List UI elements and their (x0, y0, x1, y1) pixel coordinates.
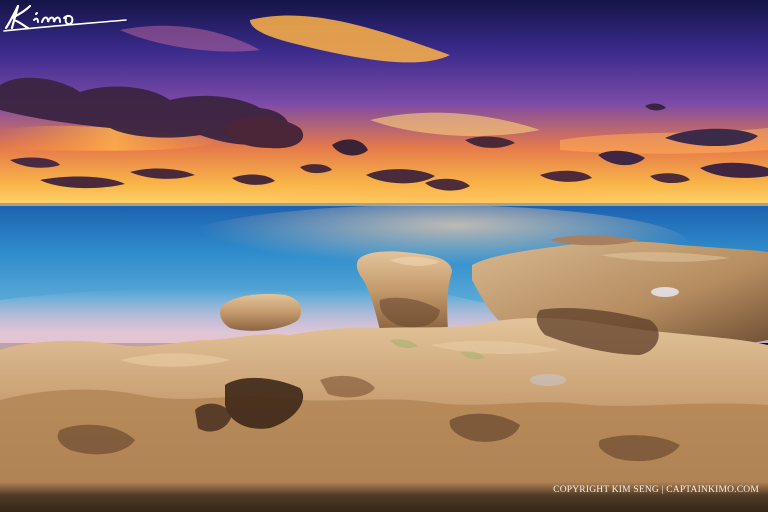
photo-canvas (0, 0, 768, 512)
signature-logo (3, 4, 127, 32)
tide-pool (530, 374, 566, 386)
tide-pool (651, 287, 679, 297)
copyright-text: COPYRIGHT KIM SENG | CAPTAINKIMO.COM (553, 485, 759, 495)
seascape-photo: COPYRIGHT KIM SENG | CAPTAINKIMO.COM (0, 0, 768, 512)
horizon-line (0, 203, 768, 206)
